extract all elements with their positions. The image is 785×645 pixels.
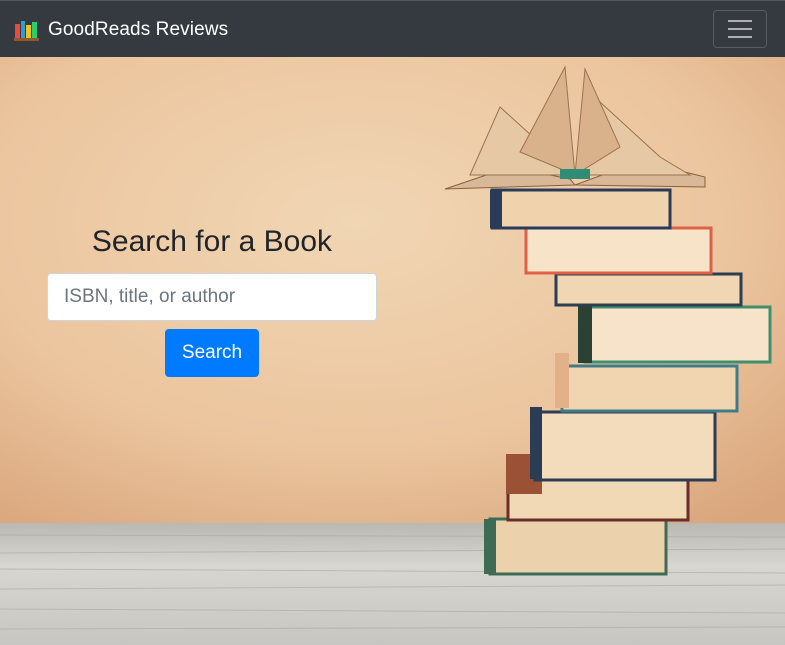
brand-title: GoodReads Reviews [48, 19, 229, 40]
search-panel: Search for a Book Search [47, 224, 377, 377]
search-input[interactable] [47, 273, 377, 321]
navbar: GoodReads Reviews [0, 0, 785, 57]
hero-section: Search for a Book Search [0, 57, 785, 645]
navbar-toggler-button[interactable] [713, 10, 767, 48]
hamburger-menu-icon [728, 20, 752, 38]
navbar-brand[interactable]: GoodReads Reviews [14, 17, 228, 43]
search-button[interactable]: Search [165, 329, 259, 377]
search-heading: Search for a Book [91, 225, 333, 258]
books-icon [14, 21, 39, 41]
